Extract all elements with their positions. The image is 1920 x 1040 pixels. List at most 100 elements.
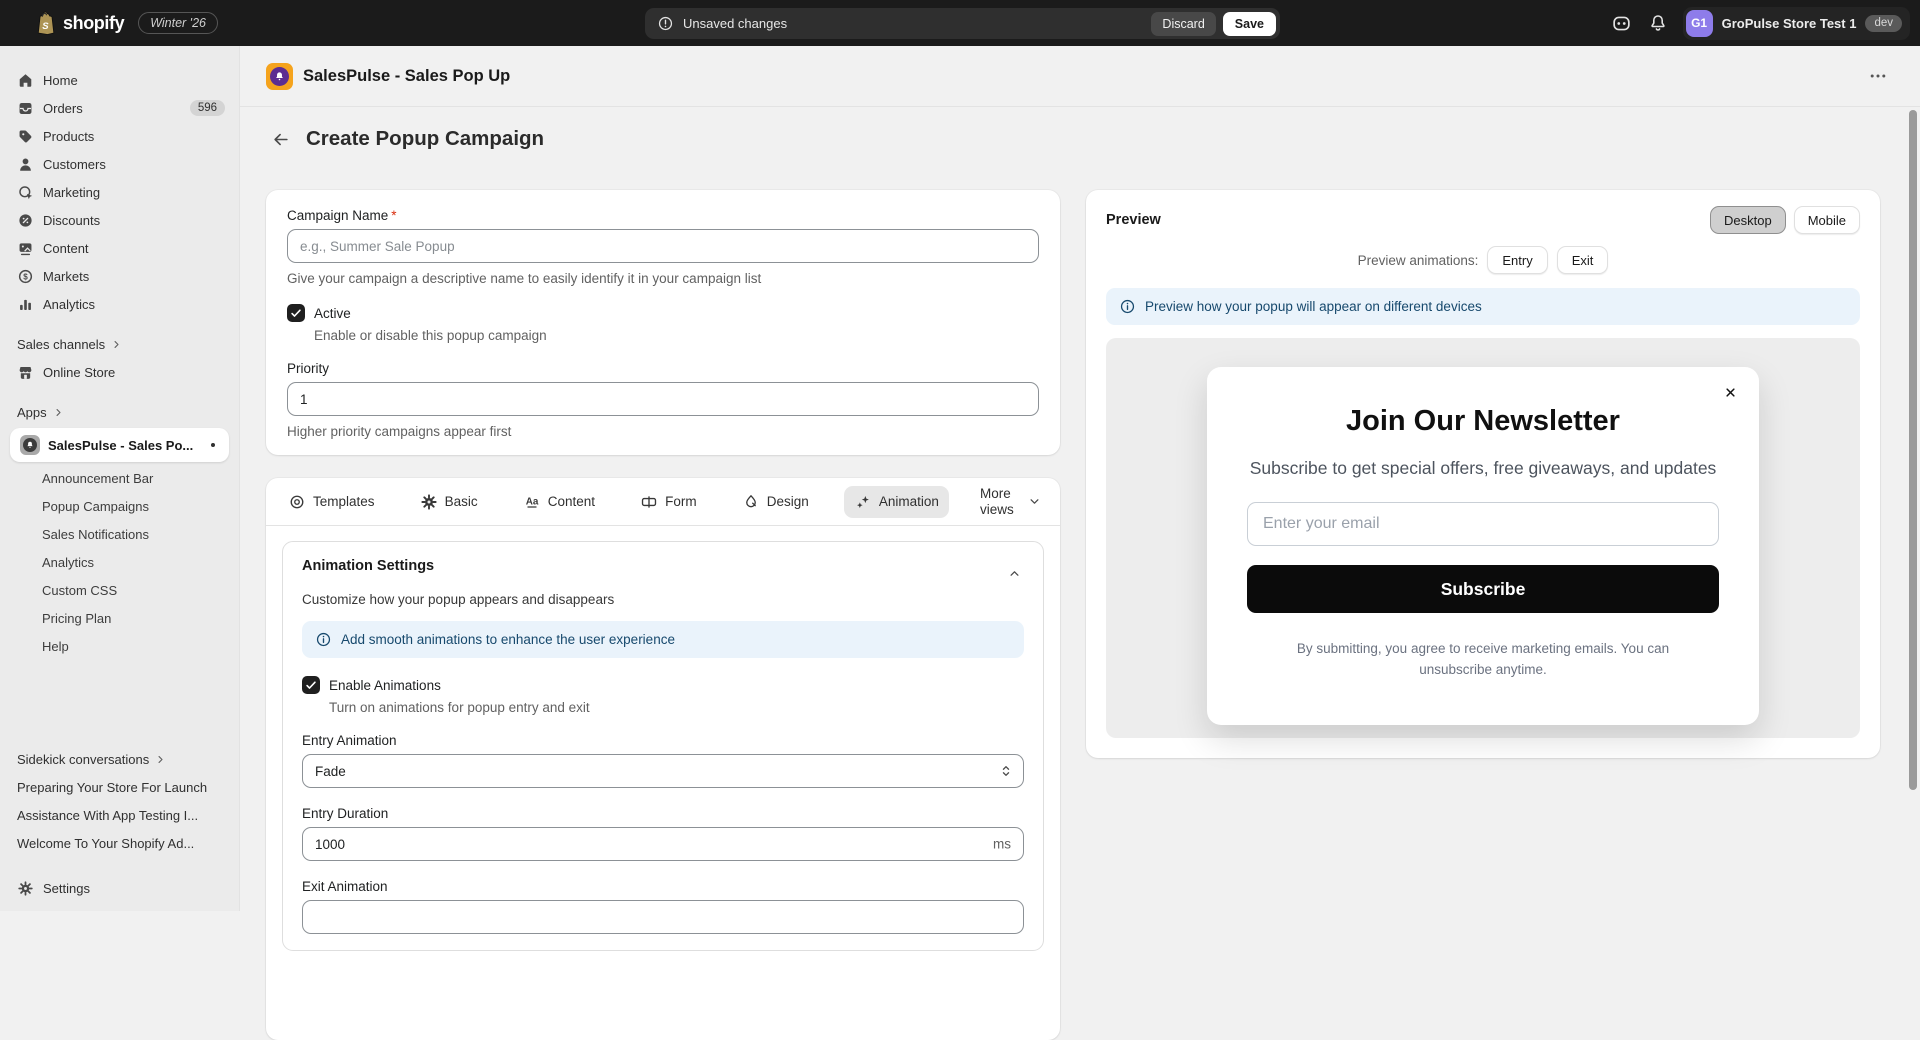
sidebar-item-label: Discounts bbox=[43, 212, 101, 228]
preview-viewport: Join Our Newsletter Subscribe to get spe… bbox=[1106, 338, 1860, 738]
globe-dollar-icon bbox=[17, 268, 34, 285]
home-icon bbox=[17, 72, 34, 89]
sidebar-item-salespulse-app[interactable]: SalesPulse - Sales Po... bbox=[10, 428, 229, 462]
sidekick-button[interactable] bbox=[1605, 6, 1639, 40]
popup-close-button[interactable] bbox=[1719, 381, 1742, 404]
sidebar-item-orders[interactable]: Orders 596 bbox=[0, 94, 239, 122]
newsletter-popup-preview: Join Our Newsletter Subscribe to get spe… bbox=[1207, 367, 1759, 725]
campaign-editor-card: Templates Basic Content Form Design Anim… bbox=[266, 478, 1060, 1040]
back-button[interactable] bbox=[266, 124, 296, 154]
sidebar-item-label: Online Store bbox=[43, 364, 116, 380]
sidebar-item-announcement-bar[interactable]: Announcement Bar bbox=[0, 464, 239, 492]
account-menu[interactable]: G1 GroPulse Store Test 1 dev bbox=[1682, 6, 1910, 40]
tab-templates[interactable]: Templates bbox=[278, 486, 385, 518]
apps-header[interactable]: Apps bbox=[0, 398, 239, 426]
editor-tabs: Templates Basic Content Form Design Anim… bbox=[266, 478, 1060, 527]
notifications-button[interactable] bbox=[1641, 6, 1675, 40]
active-help: Enable or disable this popup campaign bbox=[314, 328, 547, 343]
sidekick-conversations-label: Sidekick conversations bbox=[17, 751, 150, 767]
tab-content[interactable]: Content bbox=[513, 486, 605, 518]
preview-entry-button[interactable]: Entry bbox=[1487, 246, 1548, 274]
save-button[interactable]: Save bbox=[1222, 11, 1276, 36]
sidebar-item-content[interactable]: Content bbox=[0, 234, 239, 262]
preview-title: Preview bbox=[1106, 212, 1161, 228]
preview-exit-button[interactable]: Exit bbox=[1556, 246, 1609, 274]
text-icon bbox=[523, 493, 541, 511]
conversation-item[interactable]: Welcome To Your Shopify Ad... bbox=[0, 829, 239, 857]
conversation-item[interactable]: Assistance With App Testing I... bbox=[0, 801, 239, 829]
sidebar-item-products[interactable]: Products bbox=[0, 122, 239, 150]
app-more-actions-button[interactable] bbox=[1862, 65, 1894, 87]
entry-animation-value: Fade bbox=[315, 763, 346, 779]
unsaved-changes-bar: Unsaved changes Discard Save bbox=[645, 8, 1280, 39]
active-checkbox-row[interactable]: Active bbox=[287, 304, 1039, 322]
shopify-bag-icon bbox=[34, 10, 56, 36]
popup-email-input[interactable] bbox=[1247, 502, 1719, 546]
animation-settings-section: Animation Settings Customize how your po… bbox=[282, 541, 1044, 952]
settings-label: Settings bbox=[43, 880, 90, 896]
tab-basic[interactable]: Basic bbox=[410, 486, 488, 518]
sidekick-icon bbox=[1611, 13, 1632, 34]
bell-icon bbox=[1648, 13, 1668, 33]
close-icon bbox=[1723, 385, 1738, 400]
animation-settings-header: Animation Settings bbox=[302, 558, 1024, 583]
gear-icon bbox=[420, 493, 438, 511]
sidebar-item-app-analytics[interactable]: Analytics bbox=[0, 548, 239, 576]
sidekick-conversations-header[interactable]: Sidekick conversations bbox=[0, 745, 239, 773]
entry-duration-input[interactable] bbox=[302, 827, 1024, 862]
tab-design[interactable]: Design bbox=[732, 486, 819, 518]
popup-subtitle: Subscribe to get special offers, free gi… bbox=[1249, 458, 1717, 478]
entry-animation-select[interactable]: Fade bbox=[302, 754, 1024, 789]
mobile-toggle-button[interactable]: Mobile bbox=[1793, 206, 1860, 234]
popup-subscribe-button[interactable]: Subscribe bbox=[1247, 565, 1719, 613]
target-icon bbox=[288, 493, 306, 511]
exit-animation-select[interactable] bbox=[302, 900, 1024, 935]
active-checkbox[interactable] bbox=[287, 304, 305, 322]
sidebar-item-help[interactable]: Help bbox=[0, 632, 239, 660]
campaign-settings-card: Campaign Name * Give your campaign a des… bbox=[266, 190, 1060, 455]
campaign-name-input[interactable] bbox=[287, 229, 1039, 263]
desktop-toggle-button[interactable]: Desktop bbox=[1710, 206, 1786, 234]
salespulse-app-icon bbox=[266, 62, 293, 90]
enable-animations-checkbox[interactable] bbox=[302, 676, 320, 695]
sidebar-item-markets[interactable]: Markets bbox=[0, 262, 239, 290]
sidebar-item-popup-campaigns[interactable]: Popup Campaigns bbox=[0, 492, 239, 520]
priority-input[interactable] bbox=[287, 382, 1039, 416]
preview-card: Preview Desktop Mobile Preview animation… bbox=[1086, 190, 1880, 758]
animation-settings-subtitle: Customize how your popup appears and dis… bbox=[302, 592, 615, 608]
sidebar-item-customers[interactable]: Customers bbox=[0, 150, 239, 178]
collapse-section-button[interactable] bbox=[1005, 564, 1024, 583]
chevron-right-icon bbox=[154, 753, 167, 766]
exit-animation-label: Exit Animation bbox=[302, 879, 388, 895]
priority-label: Priority bbox=[287, 361, 330, 376]
scrollbar[interactable] bbox=[1909, 110, 1917, 790]
enable-animations-row[interactable]: Enable Animations bbox=[302, 676, 1024, 695]
sidebar-item-online-store[interactable]: Online Store bbox=[0, 358, 239, 386]
sidebar-item-custom-css[interactable]: Custom CSS bbox=[0, 576, 239, 604]
sidebar-item-sales-notifications[interactable]: Sales Notifications bbox=[0, 520, 239, 548]
env-badge: dev bbox=[1865, 14, 1902, 32]
sidebar-item-home[interactable]: Home bbox=[0, 66, 239, 94]
check-icon bbox=[304, 678, 318, 692]
animation-settings-title: Animation Settings bbox=[302, 558, 435, 575]
conversation-item[interactable]: Preparing Your Store For Launch bbox=[0, 773, 239, 801]
entry-duration-suffix: ms bbox=[993, 836, 1011, 852]
sidebar-item-label: Content bbox=[43, 240, 89, 256]
sidebar-item-analytics[interactable]: Analytics bbox=[0, 290, 239, 318]
shopify-logo[interactable]: shopify bbox=[34, 10, 125, 36]
tab-more-views[interactable]: More views bbox=[974, 485, 1048, 518]
tag-icon bbox=[17, 128, 34, 145]
tab-animation[interactable]: Animation bbox=[843, 485, 949, 518]
campaign-name-label: Campaign Name * bbox=[287, 208, 397, 223]
sidebar-item-pricing-plan[interactable]: Pricing Plan bbox=[0, 604, 239, 632]
sidebar: Home Orders 596 Products Customers Marke… bbox=[0, 46, 240, 911]
discard-button[interactable]: Discard bbox=[1151, 11, 1216, 36]
sidebar-item-marketing[interactable]: Marketing bbox=[0, 178, 239, 206]
sidebar-item-settings[interactable]: Settings bbox=[0, 871, 239, 905]
tab-form[interactable]: Form bbox=[630, 486, 707, 518]
sidebar-item-discounts[interactable]: Discounts bbox=[0, 206, 239, 234]
unsaved-changes-text: Unsaved changes bbox=[683, 16, 788, 31]
sales-channels-header[interactable]: Sales channels bbox=[0, 330, 239, 358]
droplet-icon bbox=[742, 493, 760, 511]
